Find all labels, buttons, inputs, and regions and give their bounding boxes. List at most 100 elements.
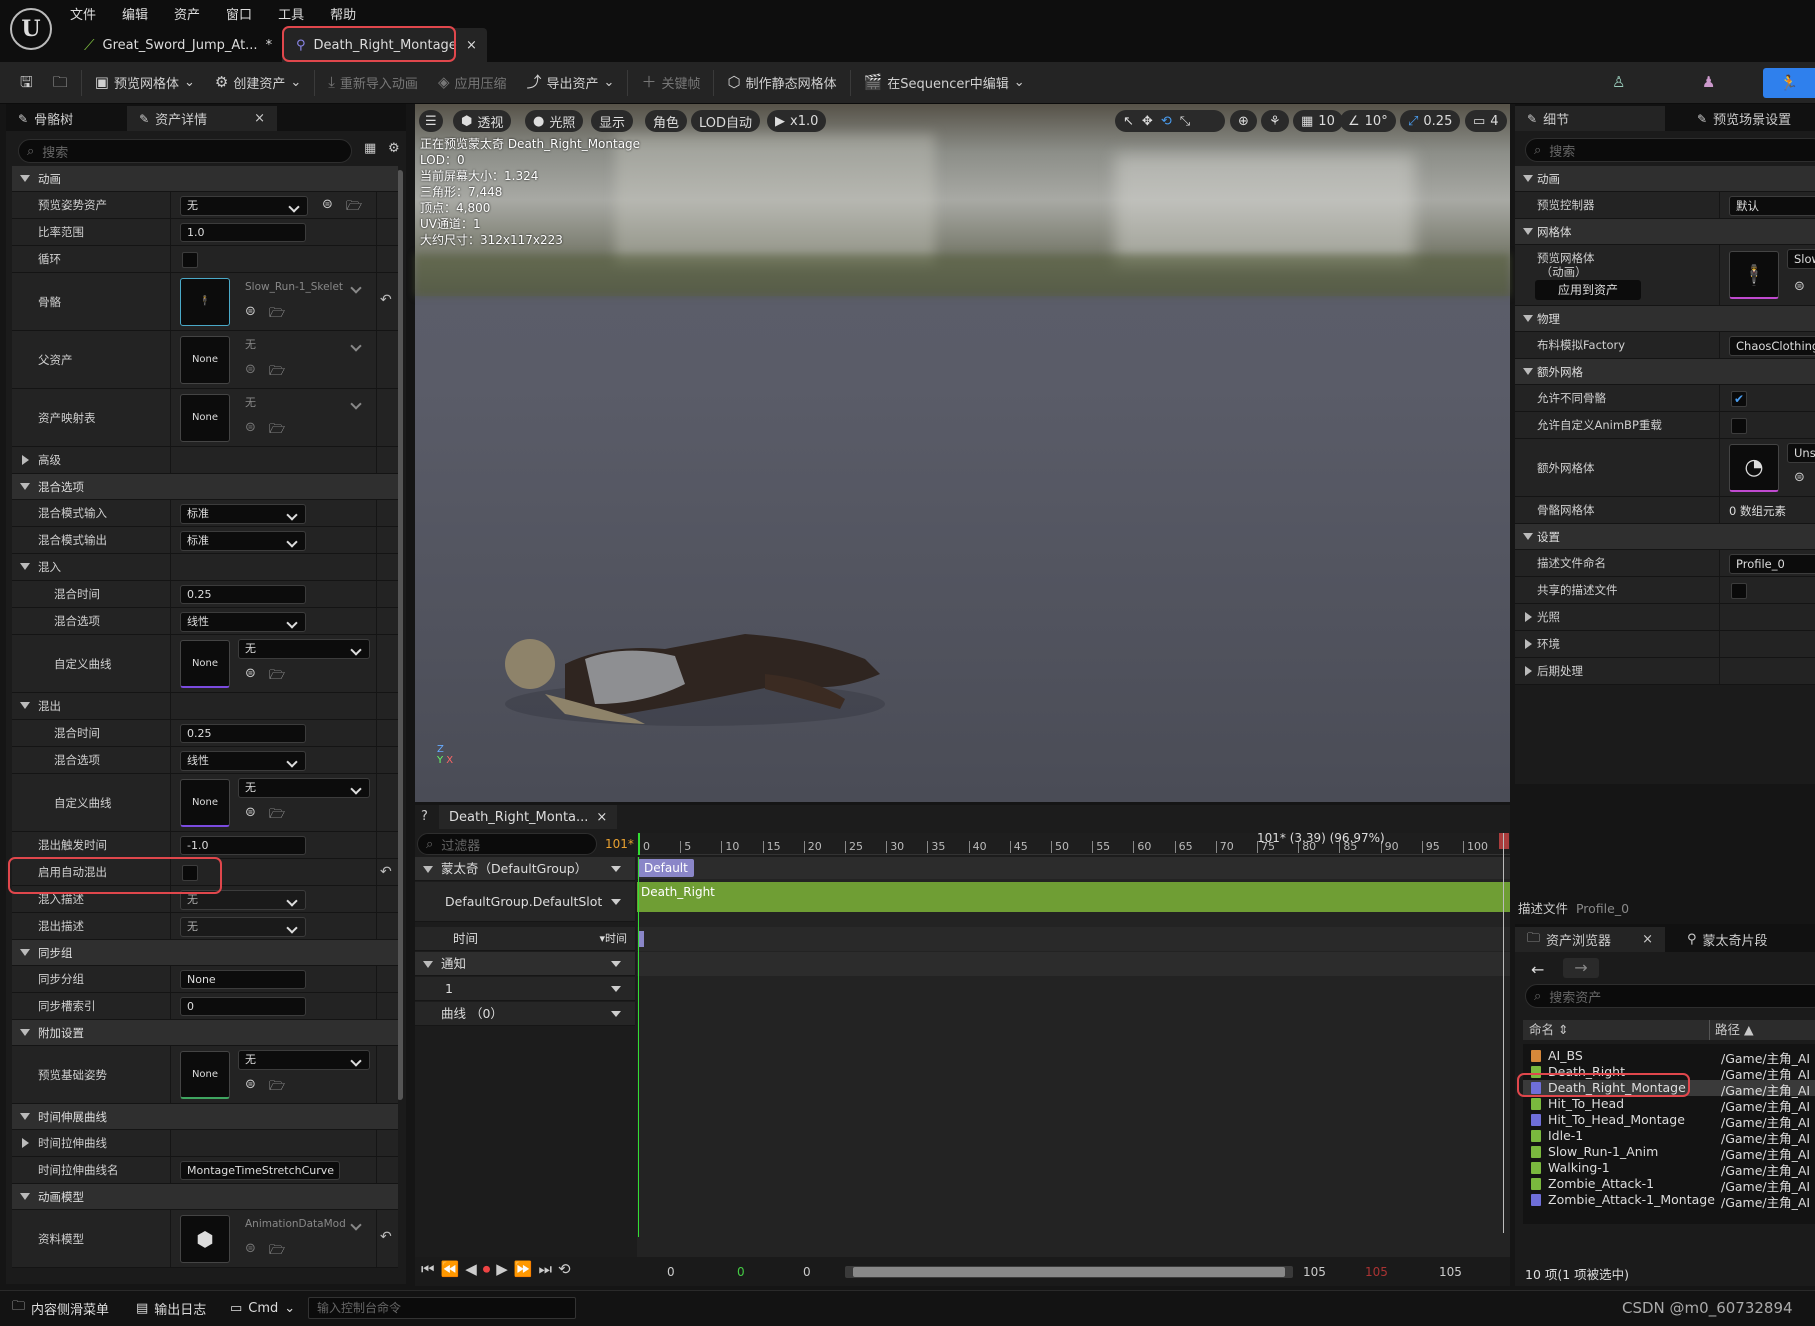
browse-icon[interactable]: ⊜ xyxy=(245,304,256,319)
playback-speed-button[interactable]: ▶ x1.0 xyxy=(767,110,827,132)
edit-in-sequencer-button[interactable]: 🎬 在Sequencer中编辑 ⌄ xyxy=(854,62,1035,103)
step-back-icon[interactable]: ⏪ xyxy=(441,1260,460,1278)
lod-button[interactable]: LOD自动 xyxy=(691,110,761,132)
data-model-thumbnail[interactable]: ⬢ xyxy=(180,1215,230,1263)
blend-in-curve-thumbnail[interactable]: None xyxy=(180,640,230,688)
tab-great-sword[interactable]: ⟋ Great_Sword_Jump_At... * xyxy=(70,28,280,62)
viewport-menu-button[interactable]: ☰ xyxy=(419,110,443,132)
help-icon[interactable]: ? xyxy=(421,809,428,824)
section-additive-settings[interactable]: 附加设置 xyxy=(12,1020,398,1046)
row-lighting[interactable]: 光照 xyxy=(1515,604,1815,631)
folder-icon[interactable]: 🗁 xyxy=(269,805,285,827)
asset-mapping-dropdown[interactable]: 无 xyxy=(238,393,370,413)
menu-help[interactable]: 帮助 xyxy=(330,4,356,23)
browse-icon[interactable]: ⊜ xyxy=(245,1077,256,1092)
asset-item-death-right-montage[interactable]: Death_Right_Montage/Game/主角_AI xyxy=(1523,1080,1815,1098)
create-asset-button[interactable]: ⚙ 创建资产 ⌄ xyxy=(205,62,311,103)
menu-file[interactable]: 文件 xyxy=(70,4,96,23)
folder-icon[interactable]: 🗁 xyxy=(269,304,285,326)
menu-edit[interactable]: 编辑 xyxy=(122,4,148,23)
animation-mode-button[interactable]: 🏃 xyxy=(1763,68,1815,98)
skip-to-start-icon[interactable]: ⏮ xyxy=(421,1260,435,1278)
reset-arrow-icon[interactable]: ↶ xyxy=(380,864,392,880)
section-blend-options[interactable]: 混合选项 xyxy=(12,474,398,500)
select-icon[interactable]: ↖ xyxy=(1123,114,1134,129)
track-time[interactable]: 时间 ▾时间 xyxy=(415,927,635,951)
grid-snap-button[interactable]: ▦ 10 xyxy=(1293,110,1343,132)
additional-meshes-thumbnail[interactable]: ◔ xyxy=(1729,444,1779,492)
step-forward-icon[interactable]: ⏩ xyxy=(514,1260,533,1278)
folder-icon[interactable]: 🗁 xyxy=(269,1241,285,1263)
section-animation[interactable]: 动画 xyxy=(12,166,398,192)
skeleton-thumbnail[interactable]: 🕴 xyxy=(180,278,230,326)
tab-skeleton-tree[interactable]: ✎ 骨骼树 xyxy=(6,106,85,131)
asset-item-hit-to-head-montage[interactable]: Hit_To_Head_Montage/Game/主角_AI xyxy=(1523,1112,1815,1130)
console-input[interactable]: 输入控制台命令 xyxy=(308,1297,576,1319)
blend-out-time-input[interactable]: 0.25 xyxy=(180,724,306,743)
scale-snap-button[interactable]: ⤢ 0.25 xyxy=(1400,110,1461,132)
folder-icon[interactable]: 🗁 xyxy=(269,666,285,688)
browse-button[interactable]: 🗀 xyxy=(43,62,78,103)
allow-diff-skeleton-checkbox[interactable]: ✔ xyxy=(1731,391,1747,407)
row-post-process[interactable]: 后期处理 xyxy=(1515,658,1815,685)
track-notifies[interactable]: 通知 xyxy=(415,952,635,976)
browse-icon[interactable]: ⊜ xyxy=(1794,279,1805,294)
tab-asset-details[interactable]: ✎ 资产详情 × xyxy=(127,106,278,131)
keyframe-button[interactable]: ＋关键帧 xyxy=(631,62,710,103)
skip-to-end-icon[interactable]: ⏭ xyxy=(539,1260,553,1278)
skeleton-mode-button[interactable]: ♙ xyxy=(1602,62,1635,103)
blend-out-option-dropdown[interactable]: 线性 xyxy=(180,751,306,771)
additional-meshes-dropdown[interactable]: Uns xyxy=(1787,443,1815,463)
rotation-snap-button[interactable]: ∠ 10° xyxy=(1340,110,1396,132)
asset-item-zombie-attack-montage[interactable]: Zombie_Attack-1_Montage/Game/主角_AI xyxy=(1523,1192,1815,1210)
blend-in-profile-dropdown[interactable]: 无 xyxy=(180,890,306,910)
montage-clip-death-right[interactable]: Death_Right xyxy=(637,882,1510,912)
output-log-button[interactable]: ▤ 输出日志 xyxy=(124,1291,218,1325)
browse-icon[interactable]: ⊜ xyxy=(245,362,256,377)
surface-snap-button[interactable]: ⚘ xyxy=(1261,110,1289,132)
table-view-icon[interactable]: ▦ xyxy=(364,141,376,156)
playhead-handle[interactable] xyxy=(1499,833,1509,849)
show-button[interactable]: 显示 xyxy=(591,110,634,132)
camera-speed-button[interactable]: ▭ 4 xyxy=(1465,110,1507,132)
tab-details[interactable]: ✎ 细节 xyxy=(1515,106,1665,131)
profile-name-input[interactable]: Profile_0 xyxy=(1729,554,1815,574)
menu-asset[interactable]: 资产 xyxy=(174,4,200,23)
scale-icon[interactable]: ⤡ xyxy=(1180,114,1190,129)
row-environment[interactable]: 环境 xyxy=(1515,631,1815,658)
section-mesh[interactable]: 网格体 xyxy=(1515,219,1815,245)
close-icon[interactable]: × xyxy=(596,810,607,825)
blend-out-profile-dropdown[interactable]: 无 xyxy=(180,917,306,937)
browse-icon[interactable]: ⊜ xyxy=(245,805,256,820)
world-local-button[interactable]: ⊕ xyxy=(1230,110,1257,132)
timeline-scrollbar[interactable] xyxy=(845,1266,1293,1278)
forward-arrow-icon[interactable]: → xyxy=(1563,958,1599,978)
back-arrow-icon[interactable]: ← xyxy=(1531,960,1544,979)
preview-base-dropdown[interactable]: 无 xyxy=(238,1050,370,1070)
preview-controller-dropdown[interactable]: 默认 xyxy=(1729,196,1815,216)
browse-icon[interactable]: ⊜ xyxy=(322,197,333,212)
play-reverse-icon[interactable]: ◀ xyxy=(465,1260,477,1278)
asset-item-idle[interactable]: Idle-1/Game/主角_AI xyxy=(1523,1128,1815,1146)
blend-in-option-dropdown[interactable]: 线性 xyxy=(180,612,306,632)
skeleton-dropdown[interactable]: Slow_Run-1_Skelet xyxy=(238,277,370,297)
menu-window[interactable]: 窗口 xyxy=(226,4,252,23)
asset-item-slow-run[interactable]: Slow_Run-1_Anim/Game/主角_AI xyxy=(1523,1144,1815,1162)
settings-icon[interactable]: ⚙ xyxy=(388,141,400,156)
perspective-button[interactable]: ⬢ 透视 xyxy=(453,110,512,132)
reset-arrow-icon[interactable]: ↶ xyxy=(380,1229,392,1245)
character-button[interactable]: 角色 xyxy=(645,110,688,132)
rate-scale-input[interactable]: 1.0 xyxy=(180,223,306,242)
content-drawer-button[interactable]: 🗀 内容侧滑菜单 xyxy=(0,1291,121,1325)
preview-viewport[interactable]: ☰ ⬢ 透视 ● 光照 显示 角色 LOD自动 ▶ x1.0 ↖ ✥ ⟲ ⤡ ⊕ ⚘ ▦ 10… xyxy=(415,104,1510,802)
blend-out-curve-thumbnail[interactable]: None xyxy=(180,779,230,827)
time-stretch-curve-name-input[interactable]: MontageTimeStretchCurve xyxy=(180,1161,340,1180)
move-icon[interactable]: ✥ xyxy=(1142,114,1153,129)
play-icon[interactable]: ▶ xyxy=(496,1260,508,1278)
reset-arrow-icon[interactable]: ↶ xyxy=(380,292,392,308)
cmd-dropdown[interactable]: ▭ Cmd ⌄ xyxy=(218,1291,307,1325)
folder-icon[interactable]: 🗁 xyxy=(269,1077,285,1099)
save-button[interactable]: 🖫 xyxy=(0,62,43,103)
tab-close-icon[interactable]: × xyxy=(466,38,477,53)
asset-search-input[interactable]: ⌕ 搜索资产 xyxy=(1525,984,1815,1008)
